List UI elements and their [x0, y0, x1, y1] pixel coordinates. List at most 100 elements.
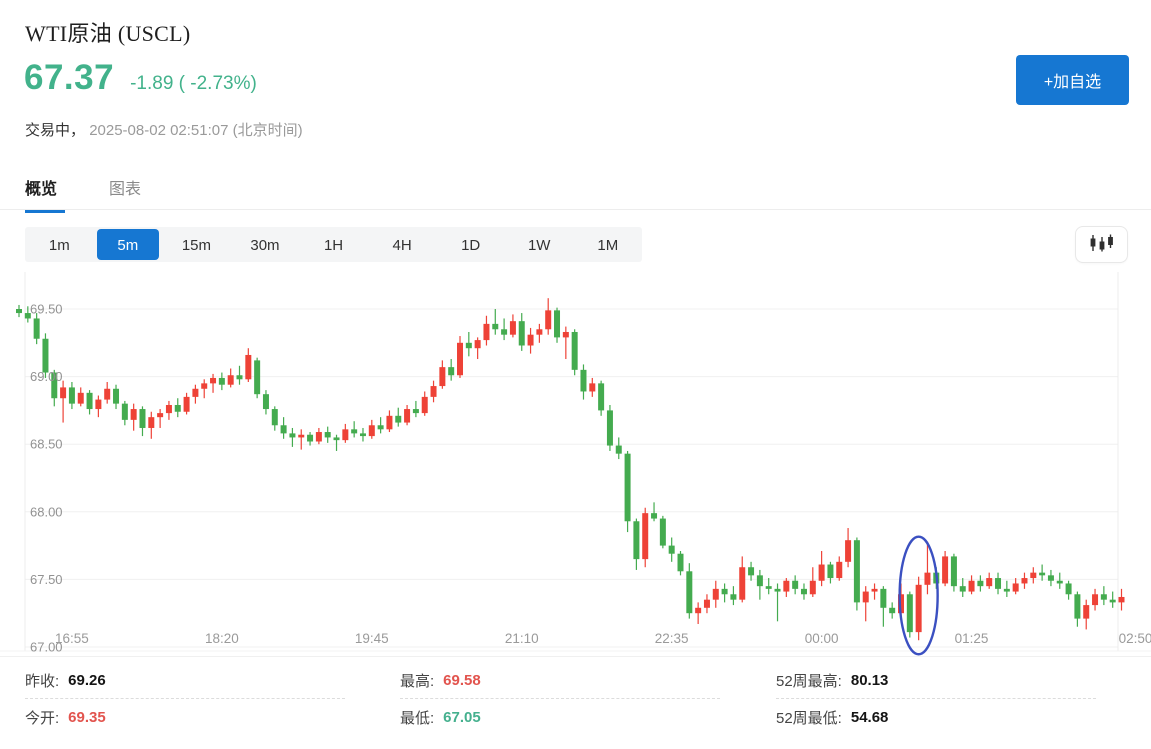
candle-body	[660, 519, 666, 546]
candle-body	[819, 565, 825, 581]
candle-body	[1119, 597, 1125, 602]
stats-separator	[0, 656, 1151, 657]
candle-body	[863, 592, 869, 603]
candle-body	[60, 387, 66, 398]
x-axis-label: 19:45	[355, 631, 389, 646]
candle-body	[545, 310, 551, 329]
candle-body	[642, 513, 648, 559]
candle-body	[104, 389, 110, 400]
candle-body	[201, 383, 207, 388]
x-axis-label: 22:35	[655, 631, 689, 646]
candle-body	[713, 589, 719, 600]
stat-row: 最高:69.58	[400, 662, 720, 698]
x-axis-label: 18:20	[205, 631, 239, 646]
stat-label: 昨收:	[25, 670, 59, 691]
candle-body	[563, 332, 569, 337]
candle-body	[536, 329, 542, 334]
candle-body	[42, 339, 48, 373]
stat-label: 52周最高:	[776, 670, 842, 691]
candle-body	[378, 425, 384, 429]
stat-row: 52周最高:80.13	[776, 662, 1096, 698]
candle-body	[942, 556, 948, 583]
candle-body	[730, 594, 736, 599]
candle-body	[854, 540, 860, 602]
candle-body	[1013, 583, 1019, 591]
candle-body	[872, 589, 878, 592]
candle-body	[783, 581, 789, 592]
candle-body	[492, 324, 498, 329]
candle-body	[810, 581, 816, 595]
y-axis-label: 68.50	[30, 437, 63, 452]
candle-body	[969, 581, 975, 592]
candle-body	[501, 329, 507, 334]
candle-body	[625, 454, 631, 522]
stat-label: 最低:	[400, 707, 434, 728]
stat-label: 今开:	[25, 707, 59, 728]
candle-body	[977, 581, 983, 586]
candle-body	[219, 378, 225, 385]
candle-body	[907, 594, 913, 632]
candle-body	[554, 310, 560, 337]
candle-body	[245, 355, 251, 379]
candle-body	[1066, 583, 1072, 594]
candle-body	[298, 435, 304, 438]
candle-body	[369, 425, 375, 436]
y-axis-label: 68.00	[30, 504, 63, 519]
y-axis-label: 69.00	[30, 369, 63, 384]
stat-value: 67.05	[443, 709, 481, 726]
candle-body	[342, 429, 348, 440]
candle-body	[510, 321, 516, 335]
candle-body	[792, 581, 798, 589]
candle-body	[16, 309, 22, 313]
candle-body	[1030, 573, 1036, 578]
candle-body	[580, 370, 586, 392]
candle-body	[1074, 594, 1080, 618]
candle-body	[351, 429, 357, 433]
candle-body	[651, 513, 657, 518]
candle-body	[589, 383, 595, 391]
x-axis-label: 21:10	[505, 631, 539, 646]
stat-value: 69.26	[68, 672, 106, 689]
candle-body	[633, 521, 639, 559]
candle-body	[69, 387, 75, 403]
candle-body	[448, 367, 454, 375]
candle-body	[1039, 573, 1045, 576]
stat-label: 52周最低:	[776, 707, 842, 728]
candle-body	[607, 410, 613, 445]
candle-body	[263, 394, 269, 409]
candle-body	[616, 446, 622, 454]
candle-body	[457, 343, 463, 375]
candle-body	[395, 416, 401, 423]
candle-body	[166, 405, 172, 413]
candle-body	[951, 556, 957, 586]
candle-body	[210, 378, 216, 383]
x-axis-label: 16:55	[55, 631, 89, 646]
stat-value: 69.35	[68, 709, 106, 726]
candle-body	[113, 389, 119, 404]
candle-body	[95, 400, 101, 409]
candle-body	[528, 335, 534, 346]
stat-row: 最低: 67.05	[400, 698, 720, 735]
stat-column: 52周最高:80.1352周最低:54.68	[776, 662, 1096, 735]
candle-body	[404, 409, 410, 423]
candle-body	[131, 409, 137, 420]
candle-body	[237, 375, 243, 379]
y-axis-label: 67.50	[30, 572, 63, 587]
candle-body	[439, 367, 445, 386]
candle-body	[87, 393, 93, 409]
candle-body	[1004, 589, 1010, 592]
candle-body	[78, 393, 84, 404]
candle-body	[686, 571, 692, 613]
candle-body	[986, 578, 992, 586]
candle-body	[184, 397, 190, 412]
candle-body	[739, 567, 745, 599]
candle-body	[192, 389, 198, 397]
candle-body	[422, 397, 428, 413]
candle-body	[175, 405, 181, 412]
stat-row: 昨收: 69.26	[25, 662, 345, 698]
stat-row: 今开: 69.35	[25, 698, 345, 735]
candle-body	[254, 360, 260, 394]
candle-body	[775, 589, 781, 592]
candlestick-chart[interactable]: 69.5069.0068.5068.0067.5067.0016:5518:20…	[0, 0, 1151, 749]
candle-body	[827, 565, 833, 579]
